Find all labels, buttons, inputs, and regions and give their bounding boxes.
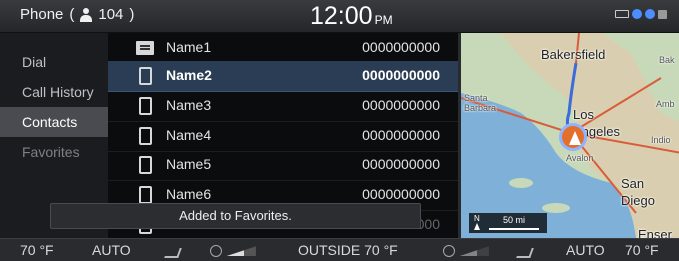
north-label: N	[474, 214, 480, 223]
fan-level-icon	[458, 246, 489, 257]
right-fan-speed[interactable]	[443, 242, 489, 258]
contact-name: Name5	[166, 156, 212, 172]
contact-row[interactable]: Name3 0000000000	[108, 91, 458, 122]
scale-text: 50 mi	[503, 215, 526, 225]
contact-row[interactable]: Name1 0000000000	[108, 33, 458, 64]
contact-name: Name4	[166, 127, 212, 143]
app-label: Phone	[20, 6, 64, 23]
map-label-bakersfield: Bakersfield	[541, 47, 606, 62]
right-auto[interactable]: AUTO	[566, 242, 605, 258]
contact-card-icon	[136, 41, 154, 55]
contact-number: 0000000000	[362, 39, 440, 55]
menu-item-call-history[interactable]: Call History	[0, 77, 108, 107]
map-label-indio: Indio	[651, 135, 671, 145]
climate-bar: 70 °F AUTO OUTSIDE 70 °F AUTO 70 °F	[0, 238, 679, 261]
outside-temp: OUTSIDE 70 °F	[298, 242, 398, 258]
map-label-bak: Bak	[659, 55, 675, 65]
contact-name: Name2	[166, 67, 212, 83]
contact-row-selected[interactable]: Name2 0000000000	[108, 61, 458, 92]
left-temp[interactable]: 70 °F	[20, 242, 54, 258]
contact-number: 0000000000	[362, 186, 440, 202]
contact-name: Name3	[166, 97, 212, 113]
bluetooth-icon	[632, 9, 642, 19]
contact-name: Name6	[166, 186, 212, 202]
map-label-avalon: Avalon	[566, 153, 594, 163]
left-auto[interactable]: AUTO	[92, 242, 131, 258]
contact-number: 0000000000	[362, 67, 440, 83]
left-fan-speed[interactable]	[210, 242, 256, 258]
scale-line	[489, 228, 539, 230]
contact-row[interactable]: Name4 0000000000	[108, 121, 458, 152]
fan-icon	[443, 245, 455, 258]
mobile-phone-icon	[139, 127, 152, 145]
battery-icon	[615, 10, 629, 18]
north-arrow-icon	[474, 223, 480, 230]
right-airflow-icon[interactable]	[516, 245, 534, 261]
map-scale: N 50 mi	[469, 213, 547, 233]
contact-name: Name1	[166, 39, 212, 55]
status-bar: Phone ( 104 ) 12:00 PM	[0, 0, 679, 33]
menu-item-dial[interactable]: Dial	[0, 47, 108, 77]
left-airflow-icon[interactable]	[164, 245, 182, 261]
mobile-phone-icon	[139, 97, 152, 115]
seat-airflow-icon	[164, 248, 182, 258]
map-label-barbara: Barbara	[464, 103, 497, 113]
mobile-phone-icon	[139, 156, 152, 174]
signal-icon	[658, 9, 667, 19]
status-title: Phone ( 104 )	[20, 6, 135, 23]
contact-number: 0000000000	[362, 127, 440, 143]
menu-item-favorites[interactable]: Favorites	[0, 137, 108, 167]
seat-airflow-icon	[516, 248, 534, 258]
navigation-map[interactable]: Bakersfield Bak Amb Santa Barbara Los An…	[458, 33, 679, 238]
contact-count: 104	[98, 6, 124, 23]
map-label-amb: Amb	[656, 99, 675, 109]
bluetooth-audio-icon	[645, 9, 655, 19]
mobile-phone-icon	[139, 186, 152, 204]
toast-message: Added to Favorites.	[50, 203, 421, 229]
map-label-ensenada: Enser	[638, 227, 672, 238]
status-icons	[615, 9, 667, 19]
clock-time: 12:00	[310, 2, 373, 30]
contact-number: 0000000000	[362, 156, 440, 172]
contact-row[interactable]: Name5 0000000000	[108, 150, 458, 181]
menu-item-contacts[interactable]: Contacts	[0, 107, 108, 137]
map-label-los: Los	[573, 107, 594, 122]
clock: 12:00 PM	[310, 2, 393, 31]
map-label-san: San	[621, 176, 645, 191]
right-temp[interactable]: 70 °F	[625, 242, 659, 258]
fan-level-icon	[225, 246, 256, 257]
fan-icon	[210, 245, 222, 258]
person-icon	[80, 7, 93, 22]
current-location-icon	[559, 123, 587, 151]
mobile-phone-icon	[139, 67, 152, 85]
map-label-santa: Santa	[464, 93, 488, 103]
clock-ampm: PM	[374, 13, 393, 27]
contact-number: 0000000000	[362, 97, 440, 113]
map-label-diego: Diego	[621, 193, 655, 208]
